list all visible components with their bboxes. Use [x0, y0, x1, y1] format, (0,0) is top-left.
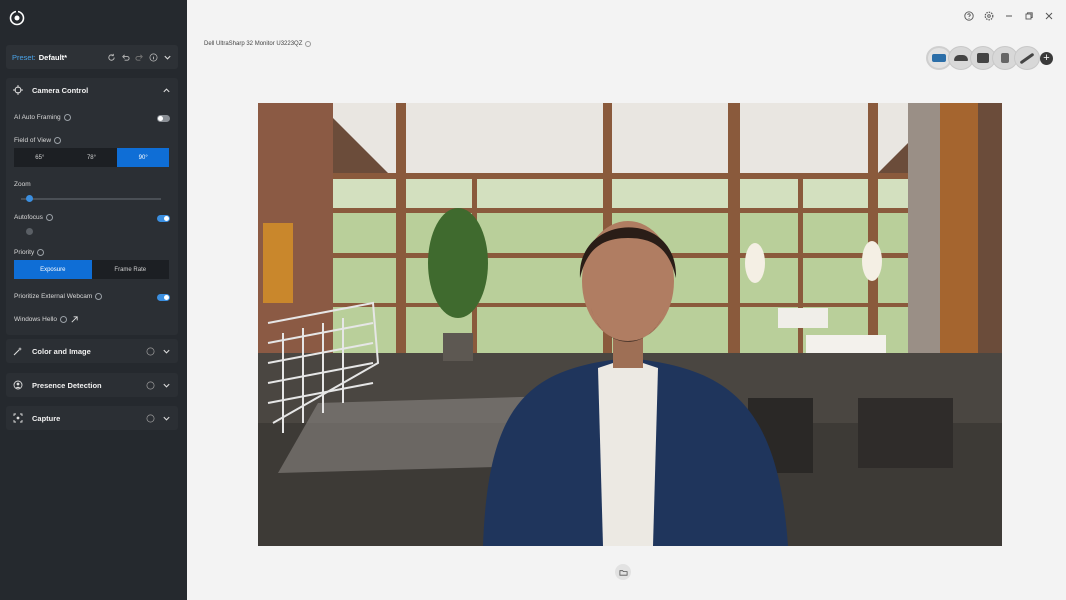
camera-control-header[interactable]: Camera Control — [6, 78, 178, 102]
color-wand-icon — [13, 346, 23, 356]
open-folder-button[interactable] — [615, 564, 631, 580]
external-link-icon[interactable] — [70, 315, 79, 324]
add-icon[interactable]: + — [1040, 52, 1053, 65]
folder-icon — [618, 568, 628, 577]
camera-control-section: Camera Control AI Auto Framing Field of … — [6, 78, 178, 335]
zoom-row: Zoom — [14, 181, 31, 188]
device-name: Dell UltraSharp 32 Monitor U3223QZ — [204, 41, 303, 47]
refresh-icon[interactable] — [107, 53, 116, 62]
info-icon[interactable] — [37, 249, 45, 256]
chevron-down-icon[interactable] — [162, 414, 171, 423]
fov-option-65[interactable]: 65° — [14, 148, 66, 167]
camera-preview — [258, 103, 1002, 546]
fov-option-90[interactable]: 90° — [117, 148, 170, 167]
crosshair-icon — [13, 85, 23, 95]
info-icon[interactable] — [146, 414, 155, 423]
preset-label: Preset: — [12, 52, 36, 62]
info-icon[interactable] — [54, 137, 62, 144]
speaker-icon — [977, 53, 989, 63]
monitor-icon — [932, 54, 946, 62]
windows-hello-row: Windows Hello — [14, 315, 79, 324]
sidebar: Preset: Default* Camera Control AI Auto … — [0, 0, 187, 600]
info-icon[interactable] — [45, 214, 53, 221]
mouse-icon — [954, 55, 968, 61]
undo-icon[interactable] — [121, 53, 130, 62]
headset-icon — [1001, 53, 1009, 63]
autofocus-row: Autofocus — [14, 214, 53, 221]
ai-auto-framing-row: AI Auto Framing — [14, 114, 71, 121]
redo-icon[interactable] — [135, 53, 144, 62]
field-of-view-row: Field of View — [14, 137, 62, 144]
autofocus-toggle[interactable] — [157, 215, 170, 222]
presence-section: Presence Detection — [6, 373, 178, 397]
presence-title: Presence Detection — [32, 380, 102, 390]
device-title: Dell UltraSharp 32 Monitor U3223QZ — [204, 41, 312, 47]
field-of-view-label: Field of View — [14, 137, 52, 144]
priority-label: Priority — [14, 249, 35, 256]
focus-slider-handle[interactable] — [26, 228, 33, 235]
prioritize-external-toggle[interactable] — [157, 294, 170, 301]
preset-bar[interactable]: Preset: Default* — [6, 45, 178, 69]
device-pen[interactable] — [1014, 46, 1040, 70]
field-of-view-selector: 65° 78° 90° — [14, 148, 170, 167]
minimize-icon[interactable] — [1004, 11, 1014, 21]
preset-value[interactable]: Default* — [39, 53, 67, 62]
settings-icon[interactable] — [984, 11, 994, 21]
capture-section: Capture — [6, 406, 178, 430]
camera-control-title: Camera Control — [32, 85, 89, 95]
fov-option-78[interactable]: 78° — [66, 148, 118, 167]
capture-header[interactable]: Capture — [6, 406, 178, 430]
window-controls — [964, 11, 1054, 21]
info-icon[interactable] — [149, 53, 158, 62]
presence-header[interactable]: Presence Detection — [6, 373, 178, 397]
chevron-down-icon[interactable] — [163, 53, 172, 62]
zoom-label: Zoom — [14, 181, 31, 188]
priority-option-frame-rate[interactable]: Frame Rate — [92, 260, 170, 279]
device-strip — [926, 46, 1040, 70]
zoom-slider-handle[interactable] — [26, 195, 33, 202]
info-icon[interactable] — [146, 347, 155, 356]
ai-auto-framing-label: AI Auto Framing — [14, 114, 61, 121]
presence-icon — [13, 380, 23, 390]
priority-selector: Exposure Frame Rate — [14, 260, 169, 279]
app-logo-icon — [9, 10, 25, 26]
ai-auto-framing-toggle[interactable] — [157, 115, 170, 122]
autofocus-label: Autofocus — [14, 214, 43, 221]
color-image-section: Color and Image — [6, 339, 178, 363]
pen-icon — [1019, 52, 1035, 64]
priority-option-exposure[interactable]: Exposure — [14, 260, 92, 279]
info-icon[interactable] — [305, 41, 312, 47]
close-icon[interactable] — [1044, 11, 1054, 21]
info-icon[interactable] — [146, 381, 155, 390]
color-image-title: Color and Image — [32, 346, 91, 356]
info-icon[interactable] — [60, 316, 67, 323]
windows-hello-label: Windows Hello — [14, 316, 57, 323]
prioritize-external-label: Prioritize External Webcam — [14, 293, 93, 300]
capture-icon — [13, 413, 23, 423]
chevron-down-icon[interactable] — [162, 347, 171, 356]
help-icon[interactable] — [964, 11, 974, 21]
capture-title: Capture — [32, 413, 61, 423]
restore-icon[interactable] — [1024, 11, 1034, 21]
chevron-up-icon[interactable] — [162, 86, 171, 95]
color-image-header[interactable]: Color and Image — [6, 339, 178, 363]
camera-preview-image — [258, 103, 1002, 546]
chevron-down-icon[interactable] — [162, 381, 171, 390]
info-icon[interactable] — [63, 114, 71, 121]
info-icon[interactable] — [95, 293, 103, 300]
priority-row: Priority — [14, 249, 45, 256]
zoom-slider-track[interactable] — [21, 198, 161, 200]
prioritize-external-row: Prioritize External Webcam — [14, 293, 103, 300]
